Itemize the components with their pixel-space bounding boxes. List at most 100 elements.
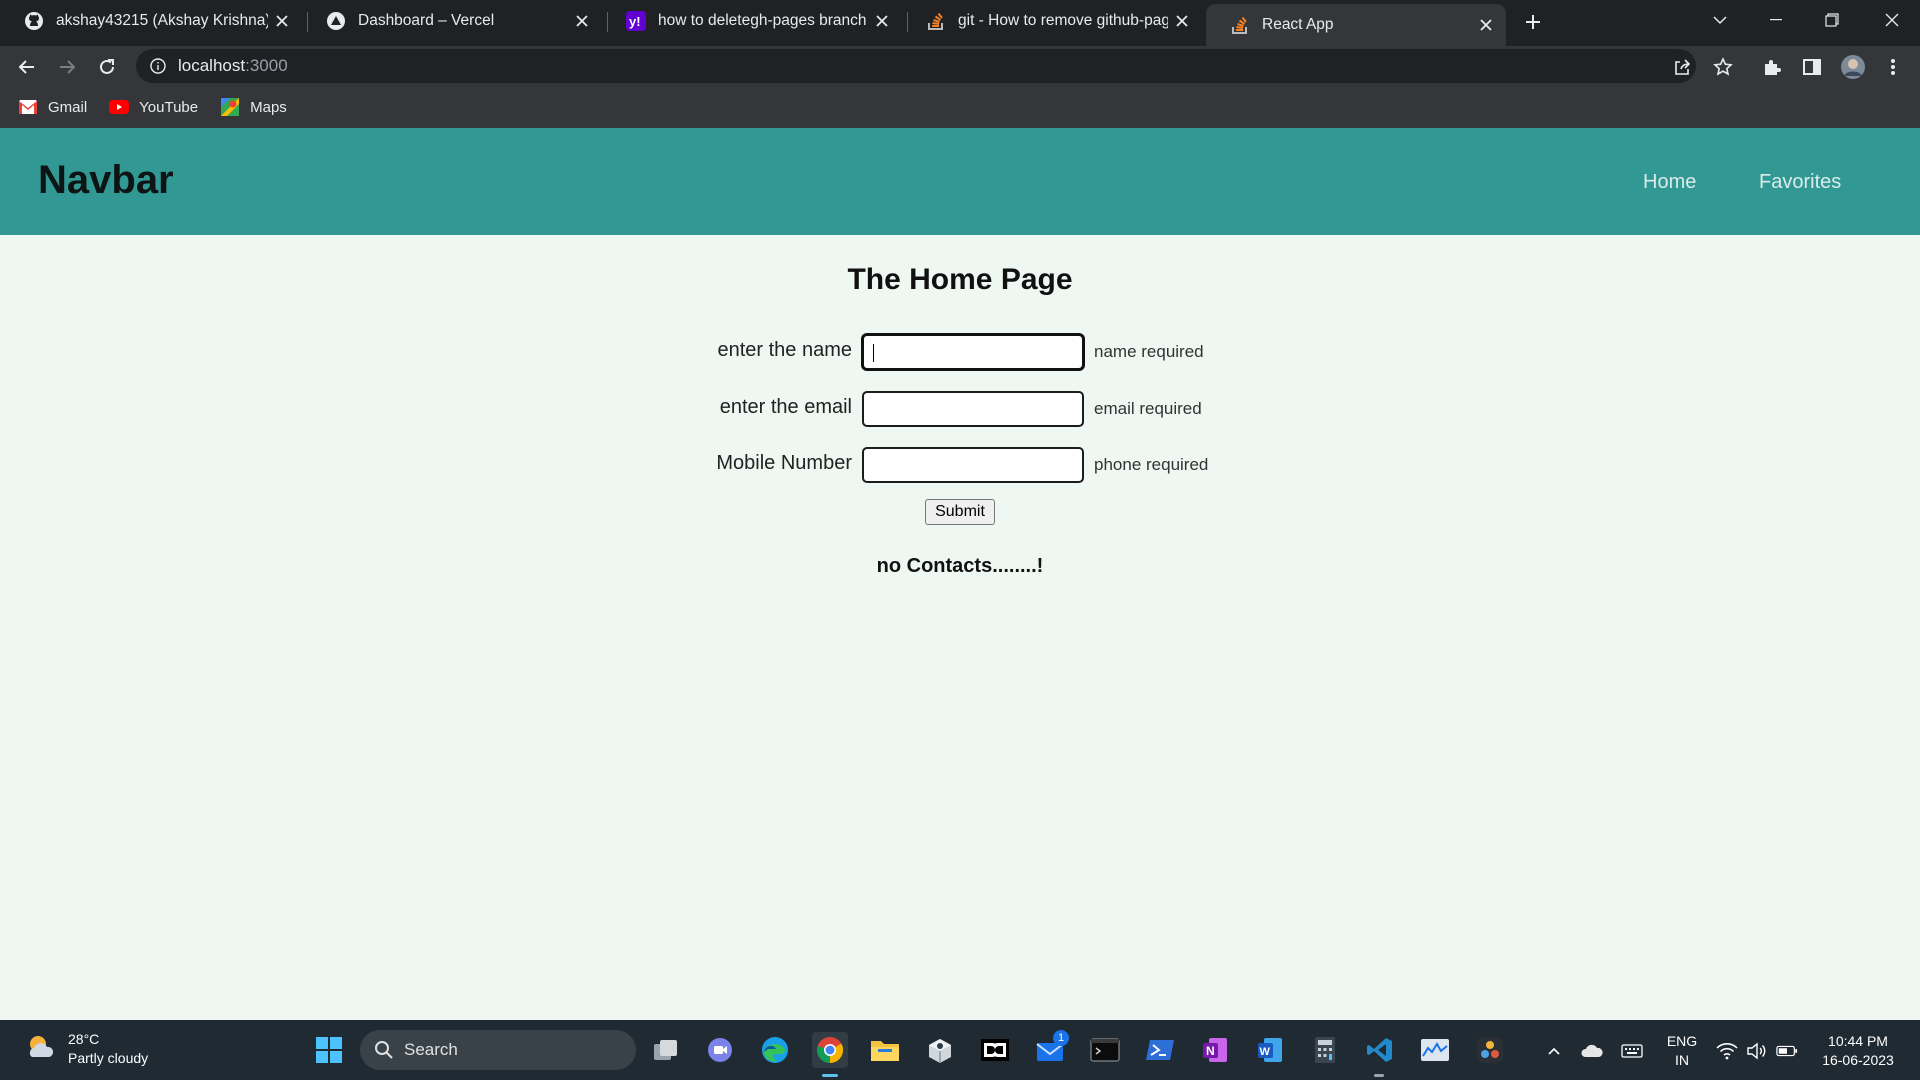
address-bar[interactable]: localhost:3000 xyxy=(136,49,1696,83)
file-explorer-icon[interactable] xyxy=(867,1032,903,1068)
tab-github[interactable]: akshay43215 (Akshay Krishna) xyxy=(0,0,302,42)
extensions-icon[interactable] xyxy=(1755,50,1789,84)
resource-monitor-icon[interactable] xyxy=(1417,1032,1453,1068)
bookmark-label: Gmail xyxy=(48,98,88,116)
text-caret xyxy=(873,344,874,362)
bookmark-maps[interactable]: Maps xyxy=(220,97,287,117)
tab-title: React App xyxy=(1262,16,1334,33)
powershell-icon[interactable] xyxy=(1142,1032,1178,1068)
weather-widget[interactable]: 28°C Partly cloudy xyxy=(24,1030,148,1068)
language-indicator[interactable]: ENG IN xyxy=(1664,1032,1700,1070)
name-input[interactable] xyxy=(862,334,1084,370)
search-icon xyxy=(374,1040,394,1060)
youtube-icon xyxy=(109,97,130,117)
bookmark-youtube[interactable]: YouTube xyxy=(109,97,198,117)
tab-search-icon[interactable] xyxy=(1692,0,1748,40)
windows-taskbar: 28°C Partly cloudy Search 1 N W ENG IN 1… xyxy=(0,1020,1920,1080)
calculator-icon[interactable] xyxy=(1307,1032,1343,1068)
minimize-button[interactable] xyxy=(1748,0,1804,40)
tab-title: Dashboard – Vercel xyxy=(358,12,495,29)
navbar-brand[interactable]: Navbar xyxy=(38,158,174,203)
edge-icon[interactable] xyxy=(757,1032,793,1068)
start-button[interactable] xyxy=(311,1032,347,1068)
onedrive-cloud-icon[interactable] xyxy=(1581,1040,1603,1062)
bookmark-label: YouTube xyxy=(139,98,199,116)
show-hidden-icons-chevron[interactable] xyxy=(1543,1040,1565,1062)
side-panel-icon[interactable] xyxy=(1795,50,1829,84)
back-button[interactable] xyxy=(10,50,44,84)
tab-title: how to deletegh-pages branch in xyxy=(658,12,868,29)
terminal-icon[interactable] xyxy=(1087,1032,1123,1068)
davinci-resolve-icon[interactable] xyxy=(1472,1032,1508,1068)
reload-button[interactable] xyxy=(90,50,124,84)
nav-link-home[interactable]: Home xyxy=(1643,171,1696,194)
volume-icon[interactable] xyxy=(1746,1040,1768,1062)
close-window-button[interactable] xyxy=(1864,0,1920,40)
clock-time: 10:44 PM xyxy=(1828,1033,1888,1049)
name-field-row: enter the name name required xyxy=(0,334,1920,372)
url-host: localhost xyxy=(178,56,246,75)
page-title: The Home Page xyxy=(847,263,1073,296)
bookmark-gmail[interactable]: Gmail xyxy=(18,97,87,117)
info-icon[interactable] xyxy=(148,56,168,76)
name-required-hint: name required xyxy=(1094,342,1204,361)
email-input[interactable] xyxy=(862,391,1084,427)
package-app-icon[interactable] xyxy=(922,1032,958,1068)
chrome-icon[interactable] xyxy=(812,1032,848,1068)
restore-button[interactable] xyxy=(1804,0,1860,40)
browser-toolbar: localhost:3000 xyxy=(0,46,1920,86)
close-tab-icon[interactable] xyxy=(268,7,296,35)
name-label: enter the name xyxy=(717,339,852,361)
mobile-field-row: Mobile Number phone required xyxy=(0,447,1920,485)
wifi-icon[interactable] xyxy=(1716,1040,1738,1062)
vercel-icon xyxy=(326,11,346,31)
partly-cloudy-icon xyxy=(24,1031,56,1068)
profile-avatar[interactable] xyxy=(1836,50,1870,84)
new-tab-button[interactable] xyxy=(1517,6,1549,38)
share-icon[interactable] xyxy=(1665,50,1699,84)
bookmark-label: Maps xyxy=(250,98,287,116)
task-view-icon[interactable] xyxy=(648,1032,684,1068)
mobile-input[interactable] xyxy=(862,447,1084,483)
taskbar-search[interactable]: Search xyxy=(360,1030,636,1070)
tab-react-app[interactable]: React App xyxy=(1206,4,1506,46)
empty-contacts-message: no Contacts........! xyxy=(876,555,1044,577)
email-label: enter the email xyxy=(719,396,852,418)
vscode-icon[interactable] xyxy=(1362,1032,1398,1068)
keyboard-icon[interactable] xyxy=(1621,1040,1643,1062)
forward-button[interactable] xyxy=(50,50,84,84)
mail-badge: 1 xyxy=(1053,1030,1069,1046)
battery-icon[interactable] xyxy=(1776,1040,1798,1062)
close-tab-icon[interactable] xyxy=(1168,7,1196,35)
clock[interactable]: 10:44 PM 16-06-2023 xyxy=(1808,1032,1908,1070)
stackoverflow-icon xyxy=(926,11,946,31)
active-app-indicator xyxy=(822,1074,838,1077)
word-icon[interactable]: W xyxy=(1252,1032,1288,1068)
open-app-indicator xyxy=(1374,1074,1384,1077)
tab-stackoverflow[interactable]: git - How to remove github-page xyxy=(902,0,1202,42)
yahoo-icon: y! xyxy=(626,11,646,31)
onenote-icon[interactable]: N xyxy=(1197,1032,1233,1068)
nav-link-favorites[interactable]: Favorites xyxy=(1759,171,1841,194)
weather-temp: 28°C xyxy=(68,1031,100,1047)
email-required-hint: email required xyxy=(1094,399,1202,418)
maps-icon xyxy=(220,97,240,117)
svg-text:W: W xyxy=(1260,1046,1271,1058)
dolby-icon[interactable] xyxy=(977,1032,1013,1068)
close-tab-icon[interactable] xyxy=(568,7,596,35)
mobile-label: Mobile Number xyxy=(716,452,852,474)
teams-chat-icon[interactable] xyxy=(702,1032,738,1068)
tab-title: akshay43215 (Akshay Krishna) xyxy=(56,12,268,29)
svg-text:N: N xyxy=(1206,1044,1215,1058)
submit-button[interactable]: Submit xyxy=(925,499,995,525)
close-tab-icon[interactable] xyxy=(868,7,896,35)
url-port: :3000 xyxy=(245,56,288,75)
close-tab-icon[interactable] xyxy=(1472,11,1500,39)
menu-kebab-icon[interactable] xyxy=(1876,50,1910,84)
phone-required-hint: phone required xyxy=(1094,455,1209,474)
bookmark-star-icon[interactable] xyxy=(1706,50,1740,84)
tab-yahoo-search[interactable]: y! how to deletegh-pages branch in xyxy=(602,0,902,42)
language-code: ENG xyxy=(1666,1033,1698,1049)
tab-vercel[interactable]: Dashboard – Vercel xyxy=(302,0,602,42)
region-code: IN xyxy=(1675,1052,1689,1068)
